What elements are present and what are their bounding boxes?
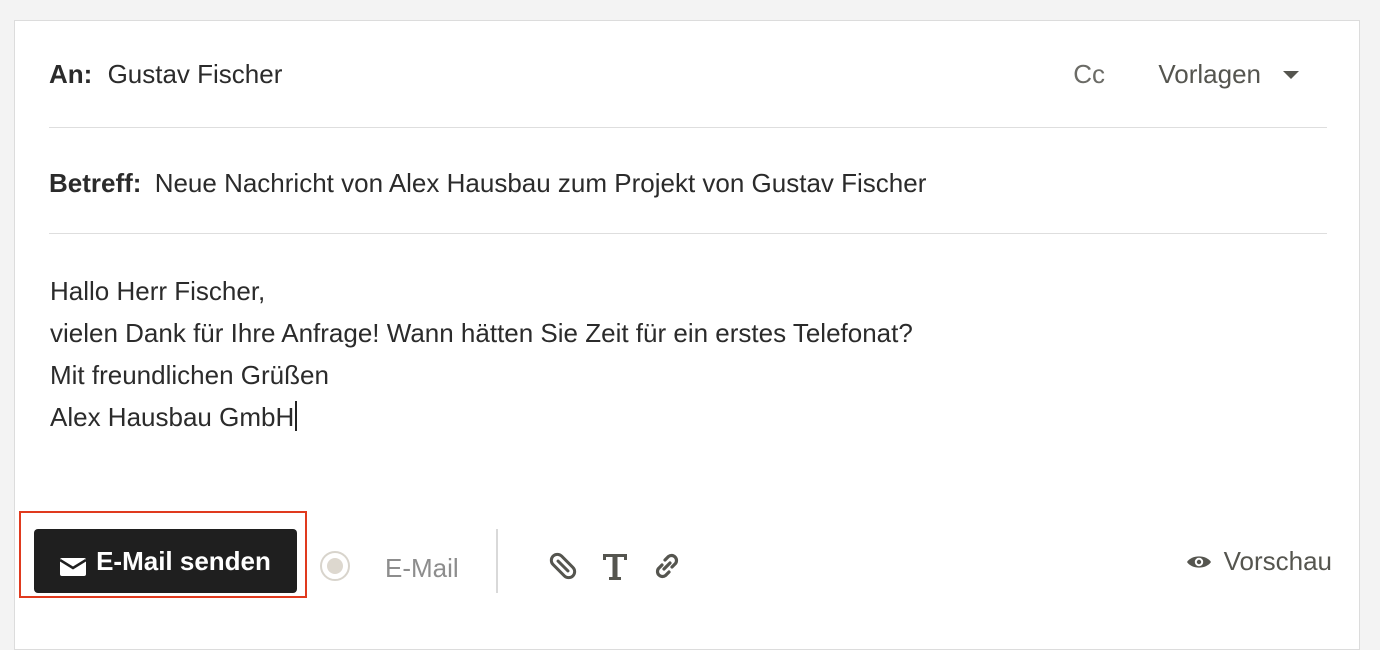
body-line: vielen Dank für Ihre Anfrage! Wann hätte…: [50, 318, 913, 348]
link-icon[interactable]: [650, 549, 684, 583]
toolbar-divider: [496, 529, 498, 593]
recipient-field[interactable]: An: Gustav Fischer: [49, 59, 282, 90]
cc-button[interactable]: Cc: [1073, 59, 1105, 90]
email-channel-radio[interactable]: [320, 551, 350, 581]
send-email-label: E-Mail senden: [96, 545, 271, 576]
subject-value: Neue Nachricht von Alex Hausbau zum Proj…: [154, 168, 927, 198]
subject-label: Betreff:: [49, 168, 142, 198]
preview-button[interactable]: Vorschau: [1186, 546, 1332, 577]
chevron-down-icon: [1283, 70, 1299, 79]
recipient-label: An:: [49, 59, 93, 89]
radio-dot: [327, 558, 343, 574]
recipient-value: Gustav Fischer: [107, 59, 283, 89]
body-line-last: Alex Hausbau GmbH: [50, 396, 913, 438]
recipient-row: An: Gustav Fischer Cc Vorlagen: [49, 21, 1327, 128]
preview-label: Vorschau: [1223, 546, 1332, 576]
subject-row: Betreff: Neue Nachricht von Alex Hausbau…: [49, 128, 1327, 234]
body-line: Mit freundlichen Grüßen: [50, 360, 329, 390]
templates-dropdown[interactable]: Vorlagen: [1158, 59, 1299, 90]
body-line: Hallo Herr Fischer,: [50, 276, 266, 306]
templates-label: Vorlagen: [1158, 59, 1261, 89]
text-cursor: [295, 401, 298, 431]
body-line: Alex Hausbau GmbH: [50, 402, 295, 432]
subject-field[interactable]: Betreff: Neue Nachricht von Alex Hausbau…: [49, 168, 926, 199]
message-body-editor[interactable]: Hallo Herr Fischer, vielen Dank für Ihre…: [50, 270, 913, 438]
email-channel-label: E-Mail: [385, 553, 459, 583]
envelope-icon: [59, 552, 87, 576]
text-format-icon[interactable]: [598, 549, 632, 583]
eye-icon: [1186, 555, 1211, 568]
send-email-button[interactable]: E-Mail senden: [34, 529, 297, 593]
paperclip-icon[interactable]: [546, 549, 580, 583]
